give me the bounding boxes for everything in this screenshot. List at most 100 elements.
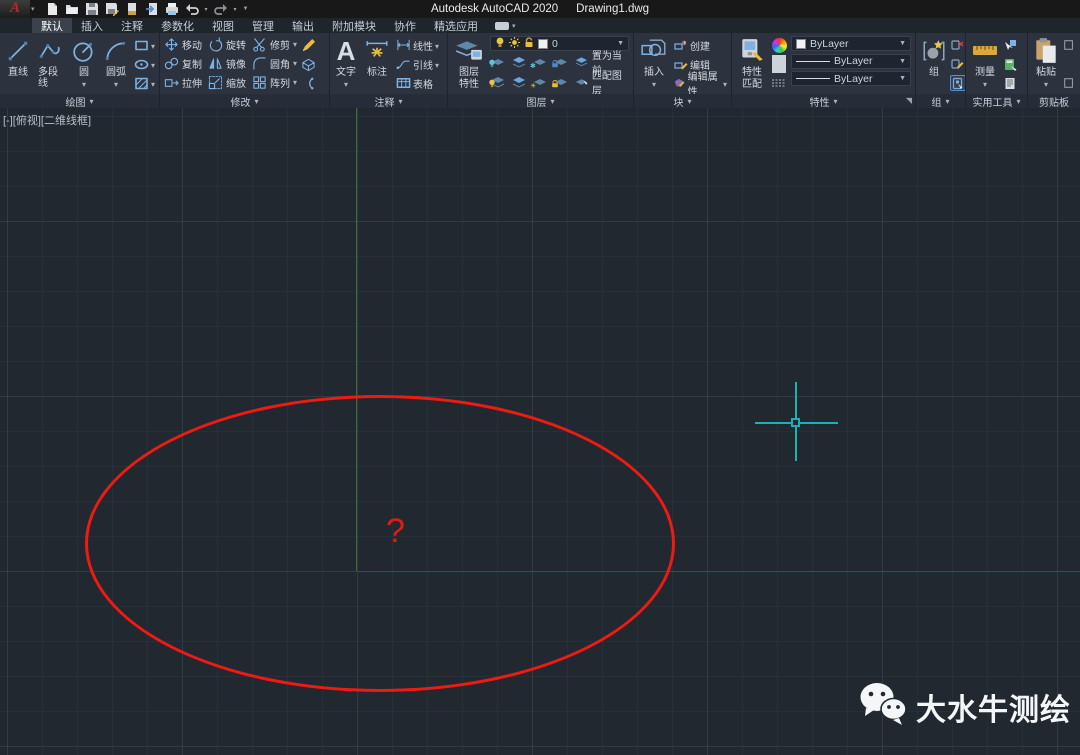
erase-tool[interactable] bbox=[301, 37, 316, 53]
rectangle-tool[interactable] bbox=[134, 37, 155, 53]
measure-tool[interactable]: 测量 bbox=[970, 35, 1000, 94]
layer-freeze-icon[interactable]: ✱ bbox=[532, 55, 548, 69]
scale-tool[interactable]: 缩放 bbox=[208, 74, 246, 92]
properties-dialog-launcher-icon[interactable]: ◥ bbox=[906, 96, 912, 105]
linear-dim-tool[interactable]: 线性 bbox=[396, 37, 439, 53]
fillet-tool[interactable]: 圆角 bbox=[252, 55, 297, 73]
lineweight-dropdown[interactable]: ByLayer ▼ bbox=[791, 54, 911, 69]
object-color-dropdown[interactable]: ByLayer ▼ bbox=[791, 36, 911, 51]
explode-tool[interactable] bbox=[301, 56, 316, 72]
text-caret-icon[interactable] bbox=[344, 79, 348, 90]
dimension-tool[interactable]: 标注 bbox=[362, 35, 392, 94]
layer-lock-icon[interactable] bbox=[553, 55, 569, 69]
panel-label-layers[interactable]: 图层 bbox=[448, 94, 633, 108]
new-file-icon[interactable] bbox=[45, 2, 59, 16]
create-block-tool[interactable]: 创建 bbox=[674, 37, 727, 53]
circle-caret-icon[interactable] bbox=[82, 79, 86, 90]
viewport-controls[interactable]: [-][俯视][二维线框] bbox=[3, 112, 91, 128]
tab-manage[interactable]: 管理 bbox=[243, 18, 283, 33]
tab-default[interactable]: 默认 bbox=[32, 18, 72, 33]
tab-featured-apps[interactable]: 精选应用 bbox=[425, 18, 487, 33]
quick-calc-icon[interactable] bbox=[1003, 56, 1017, 72]
panel-label-modify[interactable]: 修改 bbox=[160, 94, 329, 108]
copy-tool[interactable]: 复制 bbox=[164, 55, 202, 73]
move-tool[interactable]: 移动 bbox=[164, 36, 202, 54]
cut-icon[interactable] bbox=[1063, 37, 1075, 53]
array-caret-icon[interactable] bbox=[293, 77, 297, 88]
open-file-icon[interactable] bbox=[65, 2, 79, 16]
trim-caret-icon[interactable] bbox=[293, 39, 297, 50]
copy-clip-icon[interactable] bbox=[1063, 75, 1075, 91]
measure-caret-icon[interactable] bbox=[983, 79, 987, 90]
plot-stamp-icon[interactable] bbox=[125, 2, 139, 16]
layer-off-icon[interactable] bbox=[490, 55, 506, 69]
insert-caret-icon[interactable] bbox=[652, 79, 656, 90]
hatch-tool[interactable] bbox=[134, 75, 155, 91]
layer-on-all-icon[interactable] bbox=[490, 75, 506, 89]
layer-unlock-icon[interactable] bbox=[524, 37, 534, 51]
tab-view[interactable]: 视图 bbox=[203, 18, 243, 33]
qat-customize-icon[interactable]: ▼ bbox=[243, 6, 249, 12]
group-tool[interactable]: 组 bbox=[920, 35, 948, 94]
layer-unisolate-icon[interactable] bbox=[511, 75, 527, 89]
tab-insert[interactable]: 插入 bbox=[72, 18, 112, 33]
color-wheel-icon[interactable] bbox=[772, 37, 787, 53]
match-layer-tool[interactable]: 匹配图层 bbox=[574, 73, 629, 91]
app-logo-icon[interactable]: A bbox=[0, 0, 30, 18]
paste-tool[interactable]: 粘贴 bbox=[1032, 35, 1060, 94]
panel-label-annotate[interactable]: 注释 bbox=[330, 94, 447, 108]
arc-caret-icon[interactable] bbox=[114, 79, 118, 90]
line-tool[interactable]: 直线 bbox=[4, 35, 32, 94]
panel-label-properties[interactable]: 特性 ◥ bbox=[732, 94, 915, 108]
group-edit-icon[interactable] bbox=[950, 56, 965, 72]
redo-icon[interactable] bbox=[214, 2, 228, 16]
panel-label-group[interactable]: 组 bbox=[916, 94, 965, 108]
layer-thaw-all-icon[interactable]: ☀ bbox=[532, 75, 548, 89]
redo-caret-icon[interactable]: ▾ bbox=[234, 6, 237, 13]
layer-isolate-icon[interactable] bbox=[511, 55, 527, 69]
export-icon[interactable] bbox=[145, 2, 159, 16]
join-tool[interactable] bbox=[301, 75, 316, 91]
layer-properties-tool[interactable]: 图层 特性 bbox=[452, 35, 486, 94]
paste-caret-icon[interactable] bbox=[1044, 79, 1048, 90]
tab-addins[interactable]: 附加模块 bbox=[323, 18, 385, 33]
tab-output[interactable]: 输出 bbox=[283, 18, 323, 33]
rotate-tool[interactable]: 旋转 bbox=[208, 36, 246, 54]
ribbon-display-toggle[interactable]: ▾ bbox=[495, 18, 516, 33]
save-icon[interactable] bbox=[85, 2, 99, 16]
stretch-tool[interactable]: 拉伸 bbox=[164, 74, 202, 92]
undo-icon[interactable] bbox=[185, 2, 199, 16]
app-menu-caret-icon[interactable]: ▾ bbox=[31, 5, 35, 13]
list-icon[interactable] bbox=[1003, 75, 1017, 91]
leader-tool[interactable]: 引线 bbox=[396, 56, 439, 72]
linetype-dropdown[interactable]: ByLayer ▼ bbox=[791, 71, 911, 86]
panel-label-clipboard[interactable]: 剪贴板 bbox=[1028, 94, 1080, 108]
text-tool[interactable]: A 文字 bbox=[334, 35, 358, 94]
trim-tool[interactable]: 修剪 bbox=[252, 36, 297, 54]
array-tool[interactable]: 阵列 bbox=[252, 74, 297, 92]
save-as-icon[interactable] bbox=[105, 2, 119, 16]
tab-parametric[interactable]: 参数化 bbox=[152, 18, 203, 33]
mirror-tool[interactable]: 镜像 bbox=[208, 55, 246, 73]
undo-caret-icon[interactable]: ▾ bbox=[205, 6, 208, 13]
fillet-caret-icon[interactable] bbox=[293, 58, 297, 69]
print-icon[interactable] bbox=[165, 2, 179, 16]
layer-thaw-sun-icon[interactable] bbox=[509, 37, 520, 51]
drawing-canvas[interactable]: [-][俯视][二维线框] ? 大水牛测绘 bbox=[0, 108, 1080, 755]
tab-annotate[interactable]: 注释 bbox=[112, 18, 152, 33]
insert-block-tool[interactable]: 插入 bbox=[638, 35, 670, 94]
panel-label-utilities[interactable]: 实用工具 bbox=[966, 94, 1027, 108]
edit-attributes-tool[interactable]: 编辑属性 bbox=[674, 75, 727, 91]
circle-tool[interactable]: 圆 bbox=[70, 35, 98, 94]
panel-label-draw[interactable]: 绘图 bbox=[0, 94, 159, 108]
panel-label-block[interactable]: 块 bbox=[634, 94, 731, 108]
table-tool[interactable]: 表格 bbox=[396, 75, 439, 91]
lineweight-icon[interactable] bbox=[772, 56, 787, 72]
polyline-tool[interactable]: 多段线 bbox=[36, 35, 66, 94]
ellipse-tool[interactable] bbox=[134, 56, 155, 72]
layer-dropdown-caret-icon[interactable]: ▼ bbox=[617, 40, 624, 47]
drawn-ellipse[interactable] bbox=[85, 395, 675, 692]
ungroup-icon[interactable] bbox=[950, 37, 965, 53]
match-properties-tool[interactable]: 特性 匹配 bbox=[736, 35, 768, 94]
tab-collaborate[interactable]: 协作 bbox=[385, 18, 425, 33]
